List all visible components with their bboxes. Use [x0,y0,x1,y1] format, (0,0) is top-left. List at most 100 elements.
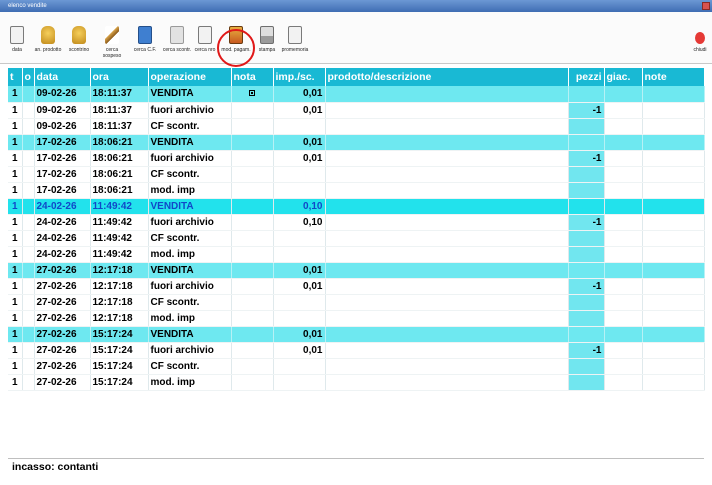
header-o[interactable]: o [22,68,35,86]
table-row[interactable]: 1 24-02-26 11:49:42 VENDITA 0,10 [8,198,705,215]
cell-giac [604,230,643,247]
table-row[interactable]: 1 09-02-26 18:11:37 CF scontr. [8,118,705,135]
header-t[interactable]: t [8,68,23,86]
window-close-icon[interactable] [702,2,710,10]
toolbar-button-receipt[interactable]: scontrino [66,26,92,53]
cell-t: 1 [8,166,23,183]
cell-o [22,134,35,151]
cell-nota [231,102,274,119]
cell-nota [231,278,274,295]
header-giac[interactable]: giac. [604,68,643,86]
cell-nota [231,374,274,391]
cell-o [22,294,35,311]
header-prodotto[interactable]: prodotto/descrizione [325,68,569,86]
cell-note [642,278,705,295]
toolbar-button-search-pending[interactable]: cerca sospeso [96,26,128,59]
table-row[interactable]: 1 17-02-26 18:06:21 mod. imp [8,182,705,199]
table-header: t o data ora operazione nota imp./sc. pr… [8,68,705,86]
header-operazione[interactable]: operazione [148,68,232,86]
toolbar-label: cerca scontr. [162,47,192,53]
cell-operazione: fuori archivio [148,342,232,359]
close-button[interactable]: chiudi [690,26,710,53]
cell-o [22,150,35,167]
table-row[interactable]: 1 27-02-26 12:17:18 mod. imp [8,310,705,327]
table-row[interactable]: 1 27-02-26 15:17:24 CF scontr. [8,358,705,375]
toolbar-button-search-cf[interactable]: cerca C.F. [132,26,158,53]
note-marker-icon [249,90,255,97]
cell-imp: 0,01 [273,102,326,119]
payment-status: incasso: contanti [12,461,99,473]
cell-operazione: fuori archivio [148,150,232,167]
cell-t: 1 [8,86,23,103]
toolbar-button-product[interactable]: an. prodotto [34,26,62,53]
sales-table: t o data ora operazione nota imp./sc. pr… [8,68,705,391]
table-row[interactable]: 1 27-02-26 15:17:24 VENDITA 0,01 [8,326,705,343]
cell-prodotto [325,134,569,151]
window-title: elenco vendite [8,3,47,9]
cell-prodotto [325,230,569,247]
header-pezzi[interactable]: pezzi [568,68,605,86]
cell-imp: 0,01 [273,150,326,167]
cell-operazione: VENDITA [148,198,232,215]
toolbar-button-search-receipt[interactable]: cerca scontr. [162,26,192,53]
cell-t: 1 [8,182,23,199]
table-row[interactable]: 1 27-02-26 12:17:18 VENDITA 0,01 [8,262,705,279]
table-row[interactable]: 1 17-02-26 18:06:21 CF scontr. [8,166,705,183]
table-row[interactable]: 1 09-02-26 18:11:37 VENDITA 0,01 [8,86,705,103]
cell-operazione: fuori archivio [148,102,232,119]
table-row[interactable]: 1 17-02-26 18:06:21 fuori archivio 0,01 -1 [8,150,705,167]
search-page-icon [198,26,212,44]
toolbar-label: an. prodotto [34,47,62,53]
cell-data: 27-02-26 [34,262,91,279]
toolbar-button-memo[interactable]: promemoria [280,26,310,53]
cell-note [642,262,705,279]
cell-operazione: CF scontr. [148,358,232,375]
header-nota[interactable]: nota [231,68,274,86]
status-footer: incasso: contanti [8,458,704,476]
header-note[interactable]: note [642,68,705,86]
toolbar-button-payment-mode[interactable]: mod. pagam. [220,26,252,53]
toolbar-label: cerca sospeso [102,47,122,59]
table-row[interactable]: 1 09-02-26 18:11:37 fuori archivio 0,01 -1 [8,102,705,119]
table-row[interactable]: 1 27-02-26 12:17:18 CF scontr. [8,294,705,311]
cell-note [642,118,705,135]
cell-imp: 0,01 [273,326,326,343]
cell-ora: 18:11:37 [90,86,149,103]
cell-imp [273,294,326,311]
toolbar-button-print[interactable]: stampa [256,26,278,53]
cell-nota [231,294,274,311]
cell-ora: 15:17:24 [90,374,149,391]
toolbar-button-search-number[interactable]: cerca nro [194,26,216,53]
cell-data: 17-02-26 [34,182,91,199]
table-row[interactable]: 1 17-02-26 18:06:21 VENDITA 0,01 [8,134,705,151]
header-data[interactable]: data [34,68,91,86]
table-row[interactable]: 1 24-02-26 11:49:42 mod. imp [8,246,705,263]
cell-prodotto [325,182,569,199]
cell-data: 27-02-26 [34,294,91,311]
cell-operazione: CF scontr. [148,230,232,247]
cell-note [642,374,705,391]
table-row[interactable]: 1 24-02-26 11:49:42 fuori archivio 0,10 -1 [8,214,705,231]
toolbar-button-data[interactable]: data [6,26,28,53]
header-imp[interactable]: imp./sc. [273,68,326,86]
page-icon [170,26,184,44]
cell-prodotto [325,278,569,295]
table-row[interactable]: 1 27-02-26 12:17:18 fuori archivio 0,01 -1 [8,278,705,295]
cell-operazione: CF scontr. [148,294,232,311]
cell-nota [231,118,274,135]
table-row[interactable]: 1 27-02-26 15:17:24 fuori archivio 0,01 -1 [8,342,705,359]
cell-t: 1 [8,294,23,311]
cell-nota [231,134,274,151]
cell-nota [231,246,274,263]
close-label: chiudi [693,47,707,53]
cell-t: 1 [8,150,23,167]
cell-ora: 15:17:24 [90,342,149,359]
table-row[interactable]: 1 24-02-26 11:49:42 CF scontr. [8,230,705,247]
cell-note [642,134,705,151]
cell-note [642,230,705,247]
cell-operazione: mod. imp [148,182,232,199]
cell-nota [231,86,274,103]
table-row[interactable]: 1 27-02-26 15:17:24 mod. imp [8,374,705,391]
cell-prodotto [325,150,569,167]
header-ora[interactable]: ora [90,68,149,86]
